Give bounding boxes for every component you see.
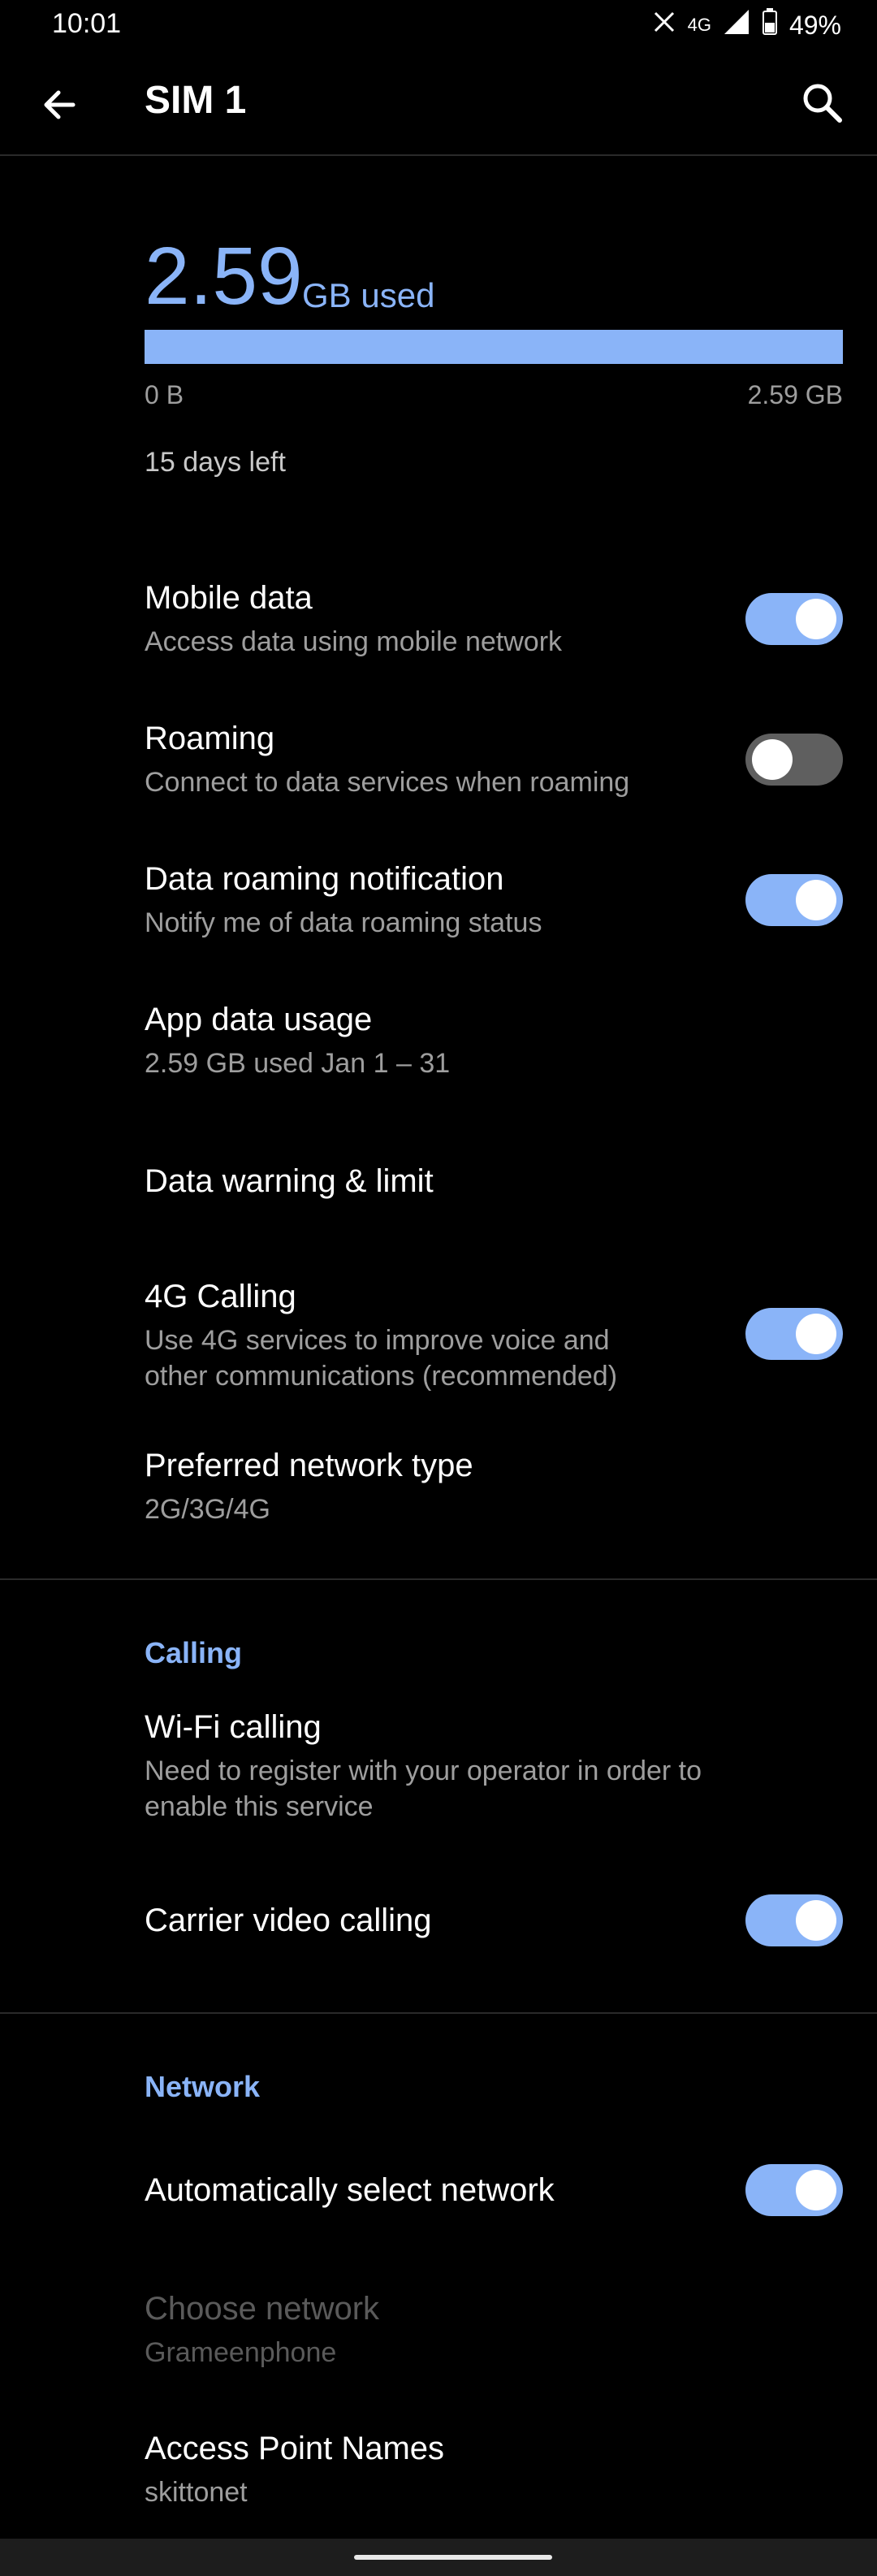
choose-network-title: Choose network (145, 2291, 380, 2327)
choose-network-subtitle: Grameenphone (145, 2337, 337, 2368)
roaming-subtitle: Connect to data services when roaming (145, 767, 630, 798)
page-title: SIM 1 (145, 79, 247, 122)
status-icons: 4G 49% (652, 8, 841, 42)
divider (0, 2012, 877, 2014)
calling-4g-subtitle-line1: Use 4G services to improve voice and (145, 1325, 610, 1356)
toggle-knob (796, 1900, 836, 1941)
wifi-calling-subtitle-line1: Need to register with your operator in o… (145, 1756, 702, 1786)
network-type-label: 4G (687, 15, 711, 35)
auto-select-network-title: Automatically select network (145, 2172, 555, 2208)
toggle-knob (796, 880, 836, 920)
usage-progress-bar (145, 330, 843, 364)
usage-amount: 2.59 (145, 231, 303, 322)
no-sim-icon (652, 10, 676, 41)
section-header-network: Network (145, 2070, 261, 2103)
roaming-title: Roaming (145, 721, 275, 756)
divider (0, 1578, 877, 1580)
usage-min-label: 0 B (145, 380, 184, 409)
status-time: 10:01 (52, 8, 122, 39)
calling-4g-title: 4G Calling (145, 1279, 296, 1314)
app-data-usage-subtitle: 2.59 GB used Jan 1 – 31 (145, 1048, 451, 1079)
preferred-network-subtitle: 2G/3G/4G (145, 1494, 270, 1525)
apn-subtitle: skittonet (145, 2477, 248, 2508)
roaming-notification-toggle[interactable] (745, 874, 843, 926)
preferred-network-row[interactable]: Preferred network type 2G/3G/4G (0, 1436, 877, 1542)
data-warning-row[interactable]: Data warning & limit (0, 1131, 877, 1236)
auto-select-network-toggle[interactable] (745, 2164, 843, 2216)
battery-percent: 49% (788, 10, 841, 40)
app-data-usage-row[interactable]: App data usage 2.59 GB used Jan 1 – 31 (0, 990, 877, 1096)
carrier-video-toggle[interactable] (745, 1894, 843, 1946)
wifi-calling-subtitle-line2: enable this service (145, 1791, 374, 1822)
roaming-row[interactable]: Roaming Connect to data services when ro… (0, 709, 877, 815)
mobile-data-title: Mobile data (145, 580, 313, 616)
home-gesture-handle[interactable] (354, 2555, 552, 2560)
carrier-video-title: Carrier video calling (145, 1903, 432, 1938)
mobile-data-toggle[interactable] (745, 593, 843, 645)
usage-progress-fill (145, 330, 843, 364)
navigation-bar (0, 2539, 877, 2576)
toggle-knob (796, 599, 836, 639)
usage-unit: GB used (302, 276, 435, 314)
back-arrow-icon[interactable] (37, 83, 81, 127)
status-bar: 10:01 4G 49% (0, 0, 877, 54)
auto-select-network-row[interactable]: Automatically select network (0, 2137, 877, 2242)
toggle-knob (796, 2170, 836, 2210)
apn-row[interactable]: Access Point Names skittonet (0, 2431, 877, 2536)
usage-max-label: 2.59 GB (747, 380, 843, 409)
preferred-network-title: Preferred network type (145, 1448, 473, 1483)
toggle-knob (752, 739, 793, 780)
wifi-calling-row[interactable]: Wi-Fi calling Need to register with your… (0, 1698, 877, 1844)
roaming-notification-subtitle: Notify me of data roaming status (145, 907, 542, 938)
calling-4g-row[interactable]: 4G Calling Use 4G services to improve vo… (0, 1267, 877, 1414)
roaming-notification-title: Data roaming notification (145, 861, 504, 897)
roaming-toggle[interactable] (745, 734, 843, 786)
wifi-calling-title: Wi-Fi calling (145, 1709, 322, 1745)
apn-title: Access Point Names (145, 2431, 445, 2466)
calling-4g-toggle[interactable] (745, 1308, 843, 1360)
mobile-data-subtitle: Access data using mobile network (145, 626, 563, 657)
section-header-calling: Calling (145, 1636, 243, 1669)
data-warning-title: Data warning & limit (145, 1163, 434, 1199)
calling-4g-subtitle-line2: other communications (recommended) (145, 1361, 618, 1392)
app-data-usage-title: App data usage (145, 1002, 373, 1037)
battery-icon (762, 8, 778, 42)
carrier-video-row[interactable]: Carrier video calling (0, 1868, 877, 1974)
signal-icon (723, 8, 750, 42)
choose-network-row: Choose network Grameenphone (0, 2291, 877, 2396)
days-left: 15 days left (145, 447, 286, 478)
search-icon[interactable] (797, 78, 846, 127)
toggle-knob (796, 1314, 836, 1354)
roaming-notification-row[interactable]: Data roaming notification Notify me of d… (0, 850, 877, 955)
mobile-data-row[interactable]: Mobile data Access data using mobile net… (0, 569, 877, 674)
app-bar: SIM 1 (0, 54, 877, 156)
